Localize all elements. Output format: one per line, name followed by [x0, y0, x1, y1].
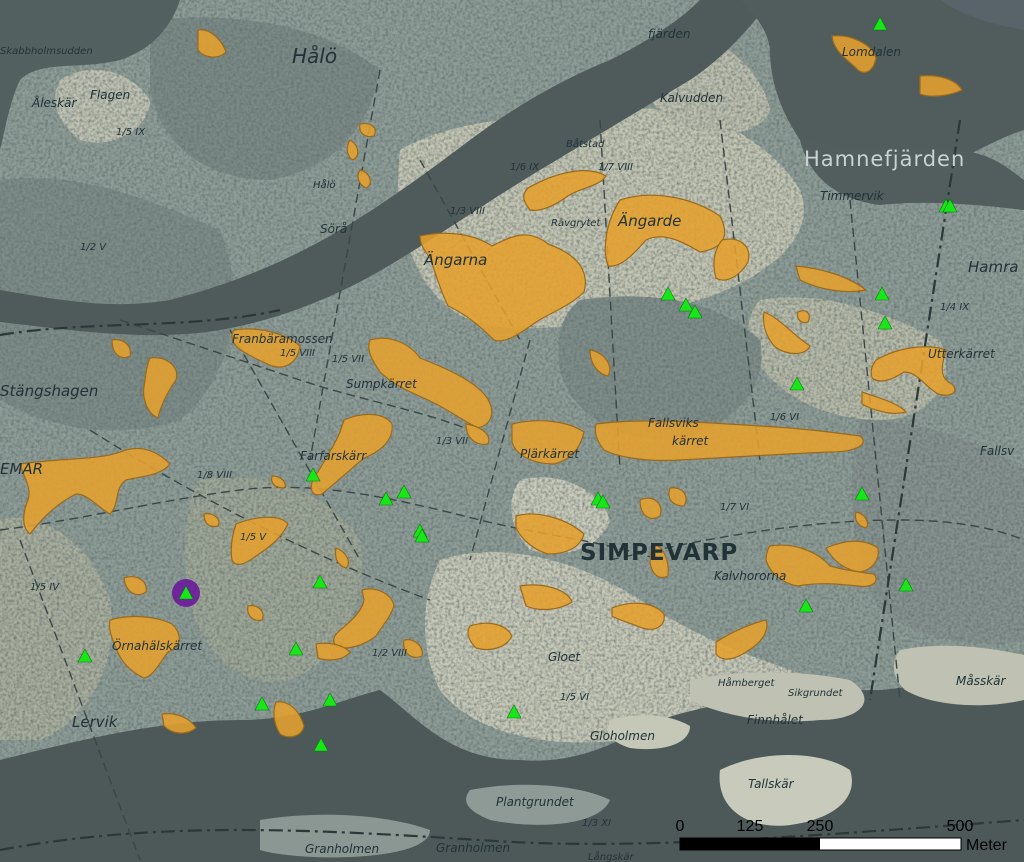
- map-canvas[interactable]: 1/2 V 1/5 IX 1/3 VIII 1/6 IX 1/7 VIII 1/5 VII…: [0, 0, 1024, 862]
- grid-code: 1/5 VI: [560, 692, 589, 703]
- scale-tick-0: 0: [676, 818, 685, 835]
- grid-code: 1/8 VIII: [197, 470, 232, 481]
- place-name-hamnefjarden: Hamnefjärden: [804, 147, 965, 171]
- place-name-lervik: Lervik: [72, 713, 119, 731]
- grid-code: 1/3 XI: [582, 818, 611, 829]
- place-name-finnhalet: Finnhålet: [747, 713, 804, 727]
- scale-tick-500: 500: [947, 818, 974, 835]
- place-name-farfarskarr: Farfarskärr: [300, 449, 367, 463]
- place-name-ravgrytet: Rävgrytet: [551, 218, 601, 229]
- place-name-angarna: Ängarna: [423, 250, 487, 269]
- place-name-kalvudden: Kalvudden: [660, 91, 723, 105]
- place-name-masskar: Måsskär: [956, 674, 1007, 688]
- grid-code: 1/3 VII: [436, 436, 468, 447]
- place-name-granholmen-1: Granholmen: [305, 842, 379, 856]
- scale-unit-label: Meter: [966, 837, 1008, 854]
- place-name-halo: Hålö: [292, 44, 337, 68]
- place-name-ornahalskarret: Örnahälskärret: [112, 637, 203, 653]
- place-name-hamberget: Håmberget: [718, 676, 776, 689]
- place-name-kalvhororna: Kalvhororna: [714, 569, 786, 583]
- place-name-lomdalen: Lomdalen: [842, 45, 901, 59]
- place-name-plarkarret: Plärkärret: [520, 447, 580, 461]
- place-name-halo-small: Hålö: [313, 178, 336, 191]
- place-name-tallskar: Tallskär: [748, 777, 795, 791]
- historical-map: 1/2 V 1/5 IX 1/3 VIII 1/6 IX 1/7 VIII 1/5 VII…: [0, 0, 1024, 862]
- place-name-fallsviks: Fallsviks: [648, 416, 699, 430]
- scale-tick-250: 250: [807, 818, 834, 835]
- place-name-granholmen-2: Granholmen: [436, 841, 510, 855]
- grid-code: 1/6 IX: [510, 162, 540, 173]
- place-name-gloet: Gloet: [548, 650, 581, 664]
- scale-tick-125: 125: [737, 818, 764, 835]
- place-name-sikgrundet: Sikgrundet: [788, 688, 844, 699]
- place-name-sora: Sörå: [320, 222, 347, 236]
- grid-code: 1/4 IX: [940, 302, 970, 313]
- place-name-fjarden: fjärden: [648, 27, 690, 41]
- place-name-aleskar: Åleskär: [31, 95, 77, 110]
- place-name-angarde: Ängarde: [617, 211, 681, 230]
- grid-code: 1/6 VI: [770, 412, 799, 423]
- place-name-langskar: Långskär: [588, 850, 635, 862]
- grid-code: 1/5 VIII: [280, 348, 315, 359]
- place-name-flagen: Flagen: [90, 88, 130, 102]
- grid-code: 1/2 V: [80, 242, 107, 253]
- place-name-fallsv: Fallsv: [980, 444, 1015, 458]
- scale-bar-segment-1: [680, 838, 750, 850]
- place-name-timmervik: Timmervik: [820, 189, 885, 203]
- grid-code: 1/5 IV: [30, 582, 60, 593]
- place-name-simpevarp: SIMPEVARP: [580, 540, 738, 566]
- grid-code: 1/2 VIII: [372, 648, 407, 659]
- grid-code: 1/7 VI: [720, 502, 749, 513]
- place-name-franbaramossen: Franbäramossen: [232, 332, 333, 346]
- grid-code: 1/5 VII: [332, 354, 364, 365]
- place-name-emar: EMAR: [0, 460, 43, 478]
- place-name-karret: kärret: [672, 434, 710, 448]
- grid-code: 1/3 VIII: [450, 206, 485, 217]
- place-name-gloholmen: Gloholmen: [590, 729, 655, 743]
- place-name-plantgrundet: Plantgrundet: [496, 795, 575, 809]
- grid-code: 1/5 V: [240, 532, 267, 543]
- grid-code: 1/7 VIII: [598, 162, 633, 173]
- place-name-utterkarret: Utterkärret: [928, 347, 996, 361]
- place-name-skabbholmsudden: Skabbholmsudden: [0, 46, 93, 57]
- place-name-stangshagen: Stängshagen: [0, 382, 98, 400]
- place-name-hamra: Hamra: [968, 258, 1018, 276]
- place-name-sumpkarret: Sumpkärret: [346, 377, 418, 391]
- scale-bar-segment-2: [750, 838, 820, 850]
- place-name-batstad: Båtstad: [566, 137, 605, 150]
- grid-code: 1/5 IX: [116, 127, 146, 138]
